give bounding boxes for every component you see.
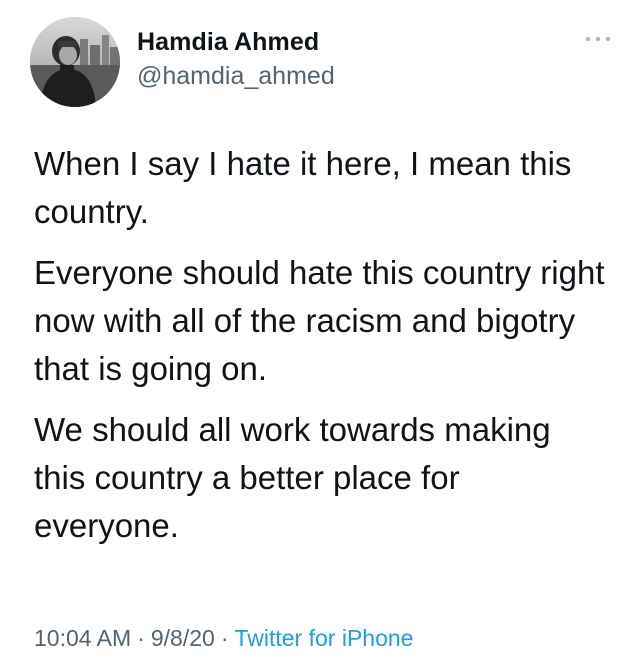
tweet-card: Hamdia Ahmed @hamdia_ahmed When I say I … — [0, 0, 634, 667]
tweet-date[interactable]: 9/8/20 — [151, 625, 215, 651]
tweet-time[interactable]: 10:04 AM — [34, 625, 131, 651]
tweet-paragraph: Everyone should hate this country right … — [34, 254, 605, 387]
tweet-source-link[interactable]: Twitter for iPhone — [234, 625, 413, 651]
separator: · — [220, 625, 229, 651]
avatar[interactable] — [30, 17, 120, 107]
tweet-text: When I say I hate it here, I mean this c… — [34, 140, 609, 563]
tweet-metadata: 10:04 AM · 9/8/20 · Twitter for iPhone — [34, 625, 413, 652]
avatar-photo-icon — [30, 17, 120, 107]
more-options-icon — [585, 36, 611, 42]
author-handle[interactable]: @hamdia_ahmed — [137, 62, 335, 91]
more-options-button[interactable] — [579, 26, 617, 52]
separator: · — [137, 625, 145, 651]
tweet-paragraph: When I say I hate it here, I mean this c… — [34, 145, 572, 230]
tweet-paragraph: We should all work towards making this c… — [34, 411, 551, 544]
author-display-name[interactable]: Hamdia Ahmed — [137, 28, 319, 57]
